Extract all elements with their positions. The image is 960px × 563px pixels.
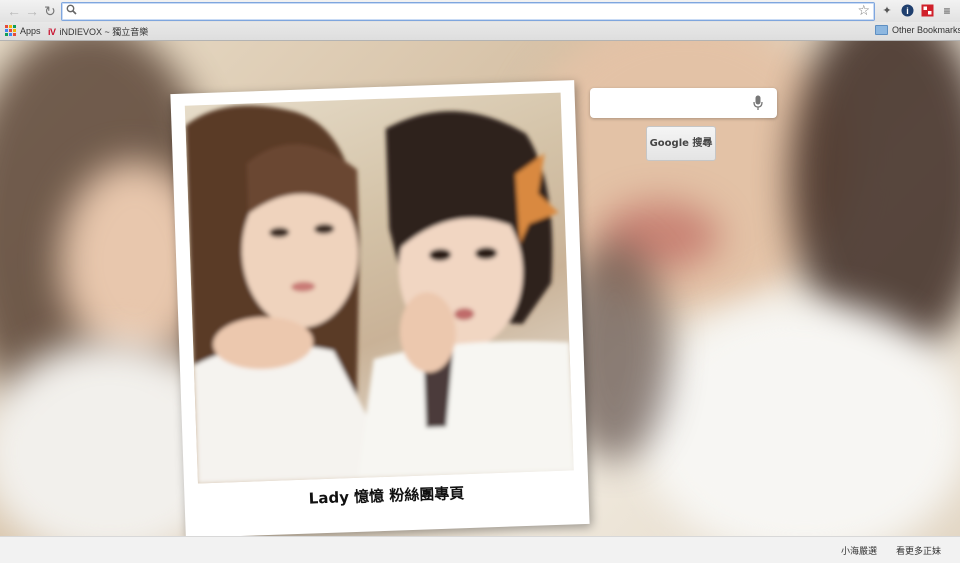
bookmark-indievox-label: iNDIEVOX ~ 獨立音樂 [59,27,149,37]
bookmark-other[interactable]: Other Bookmarks [875,25,960,35]
star-icon[interactable]: ☆ [857,2,870,19]
new-tab-background: Lady 憶憶 粉絲團專頁 Google 搜尋 [0,41,960,536]
svg-text:i: i [906,6,909,16]
bookmark-other-label: Other Bookmarks [892,25,960,35]
browser-toolbar: ← → ↻ ☆ ✦ i ≡ [0,0,960,22]
photo-caption[interactable]: Lady 憶憶 粉絲團專頁 [184,478,588,513]
photo-card[interactable]: Lady 憶憶 粉絲團專頁 [170,80,590,536]
bottom-bar: 小海嚴選 看更多正妹 [0,536,960,563]
apps-grid-icon [5,25,16,36]
bg-shirt-right [640,301,960,536]
menu-icon[interactable]: ≡ [940,4,954,18]
footer-link-selection[interactable]: 小海嚴選 [841,544,877,557]
bookmarks-bar: Apps iV iNDIEVOX ~ 獨立音樂 Other Bookmarks [0,22,960,41]
mic-icon[interactable] [753,95,763,111]
bookmark-apps-label: Apps [20,25,41,36]
reload-icon[interactable]: ↻ [42,3,58,19]
footer-link-more[interactable]: 看更多正妹 [896,544,941,557]
bookmark-apps[interactable]: Apps [5,25,41,36]
google-search-input[interactable] [590,88,777,118]
photo-illustration [185,105,574,484]
bookmark-indievox[interactable]: iV iNDIEVOX ~ 獨立音樂 [48,25,148,38]
folder-icon [875,25,888,35]
search-icon [66,4,77,15]
info-icon[interactable]: i [900,4,914,18]
indievox-logo-icon: iV [48,26,56,37]
google-search-button[interactable]: Google 搜尋 [646,126,716,161]
red-stamp-icon[interactable] [920,4,934,18]
back-icon[interactable]: ← [6,3,22,19]
extension-icon[interactable]: ✦ [880,4,894,18]
forward-icon[interactable]: → [24,3,40,19]
fan-page-photo[interactable] [184,92,574,484]
address-bar[interactable]: ☆ [61,2,875,21]
